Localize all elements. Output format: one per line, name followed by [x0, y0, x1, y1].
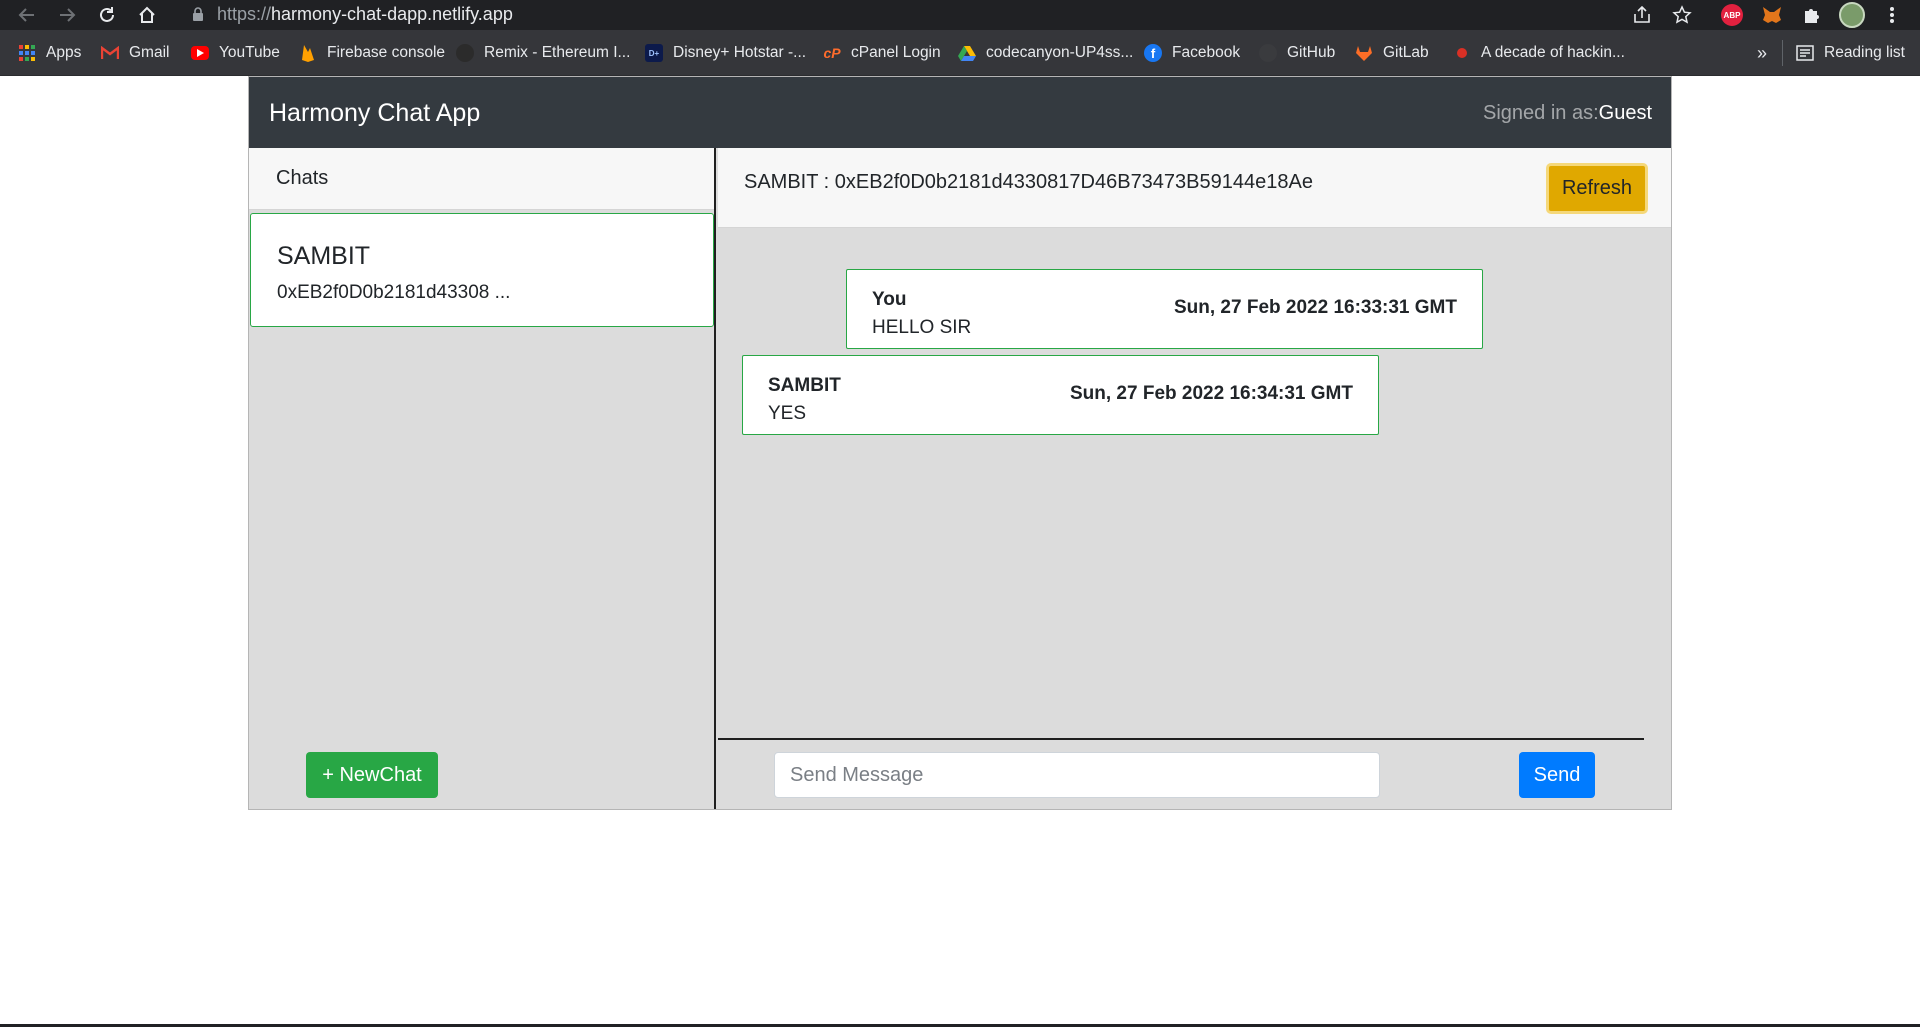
bookmark-github[interactable]: GitHub	[1259, 42, 1335, 64]
google-drive-icon	[958, 44, 976, 62]
bookmark-hotstar[interactable]: D+ Disney+ Hotstar -...	[645, 42, 806, 64]
refresh-button[interactable]: Refresh	[1546, 163, 1648, 214]
bookmark-gitlab[interactable]: GitLab	[1355, 42, 1429, 64]
url-text[interactable]: https://harmony-chat-dapp.netlify.app	[217, 4, 513, 25]
chat-app: Harmony Chat App Signed in as:Guest Chat…	[248, 76, 1672, 810]
chat-contact-address: 0xEB2f0D0b2181d43308 ...	[277, 282, 511, 303]
extensions-puzzle-icon[interactable]	[1799, 2, 1825, 28]
chats-header-label: Chats	[276, 167, 329, 189]
conversation-header: SAMBIT : 0xEB2f0D0b2181d4330817D46B73473…	[718, 148, 1671, 228]
chats-sidebar: Chats SAMBIT 0xEB2f0D0b2181d43308 ... + …	[249, 148, 716, 809]
signed-in-user: Guest	[1598, 102, 1652, 124]
bookmark-youtube[interactable]: YouTube	[191, 42, 280, 64]
chat-contact-name: SAMBIT	[277, 242, 371, 270]
bookmark-star-icon[interactable]	[1669, 2, 1695, 28]
site-icon	[1453, 44, 1471, 62]
reading-list-icon	[1796, 44, 1814, 62]
profile-avatar-icon[interactable]	[1839, 2, 1865, 28]
conversation-panel: SAMBIT : 0xEB2f0D0b2181d4330817D46B73473…	[718, 148, 1671, 809]
message-timestamp: Sun, 27 Feb 2022 16:33:31 GMT	[1173, 297, 1457, 318]
bookmarks-bar: Apps Gmail YouTube Firebase console Remi…	[0, 30, 1920, 76]
bookmark-codecanyon[interactable]: codecanyon-UP4ss...	[958, 42, 1133, 64]
youtube-icon	[191, 46, 209, 60]
gmail-icon	[101, 44, 119, 62]
message-text: YES	[768, 403, 807, 424]
app-brand[interactable]: Harmony Chat App	[269, 99, 480, 128]
browser-menu-icon[interactable]	[1879, 2, 1905, 28]
chats-header: Chats	[249, 148, 714, 210]
firebase-icon	[299, 44, 317, 62]
bookmark-apps[interactable]: Apps	[18, 42, 81, 64]
share-icon[interactable]	[1629, 2, 1655, 28]
bookmark-cpanel[interactable]: cP cPanel Login	[823, 42, 940, 64]
chat-list-item[interactable]: SAMBIT 0xEB2f0D0b2181d43308 ...	[250, 213, 714, 327]
message-sender: You	[872, 289, 907, 310]
adblock-extension-icon[interactable]: ABP	[1719, 2, 1745, 28]
bookmarks-overflow-button[interactable]: »	[1757, 42, 1767, 64]
remix-icon	[456, 44, 474, 62]
facebook-icon: f	[1144, 44, 1162, 62]
conversation-title: SAMBIT : 0xEB2f0D0b2181d4330817D46B73473…	[744, 171, 1313, 193]
send-button[interactable]: Send	[1519, 752, 1595, 798]
reading-list-button[interactable]: Reading list	[1796, 42, 1905, 64]
signed-in-status: Signed in as:Guest	[1483, 102, 1652, 124]
bookmark-facebook[interactable]: f Facebook	[1144, 42, 1240, 64]
message-input[interactable]	[774, 752, 1380, 798]
hotstar-icon: D+	[645, 44, 663, 62]
forward-icon[interactable]	[54, 2, 80, 28]
gitlab-icon	[1355, 44, 1373, 62]
message-timestamp: Sun, 27 Feb 2022 16:34:31 GMT	[1069, 383, 1353, 404]
lock-icon	[193, 7, 203, 21]
reload-icon[interactable]	[94, 2, 120, 28]
message-bubble: SAMBIT YES Sun, 27 Feb 2022 16:34:31 GMT	[742, 355, 1379, 435]
bookmark-hacking[interactable]: A decade of hackin...	[1453, 42, 1625, 64]
new-chat-button[interactable]: + NewChat	[306, 752, 438, 798]
back-icon[interactable]	[14, 2, 40, 28]
browser-toolbar: https://harmony-chat-dapp.netlify.app AB…	[0, 0, 1920, 30]
bookmark-gmail[interactable]: Gmail	[101, 42, 169, 64]
message-text: HELLO SIR	[872, 317, 972, 338]
bookmark-firebase[interactable]: Firebase console	[299, 42, 445, 64]
github-icon	[1259, 44, 1277, 62]
composer-divider	[718, 738, 1644, 740]
bookmark-remix[interactable]: Remix - Ethereum I...	[456, 42, 630, 64]
cpanel-icon: cP	[823, 45, 841, 61]
message-sender: SAMBIT	[768, 375, 841, 396]
home-icon[interactable]	[134, 2, 160, 28]
metamask-extension-icon[interactable]	[1759, 2, 1785, 28]
message-bubble: You HELLO SIR Sun, 27 Feb 2022 16:33:31 …	[846, 269, 1483, 349]
app-navbar: Harmony Chat App Signed in as:Guest	[249, 77, 1671, 148]
apps-grid-icon	[18, 44, 36, 62]
bookmarks-divider	[1782, 40, 1783, 66]
